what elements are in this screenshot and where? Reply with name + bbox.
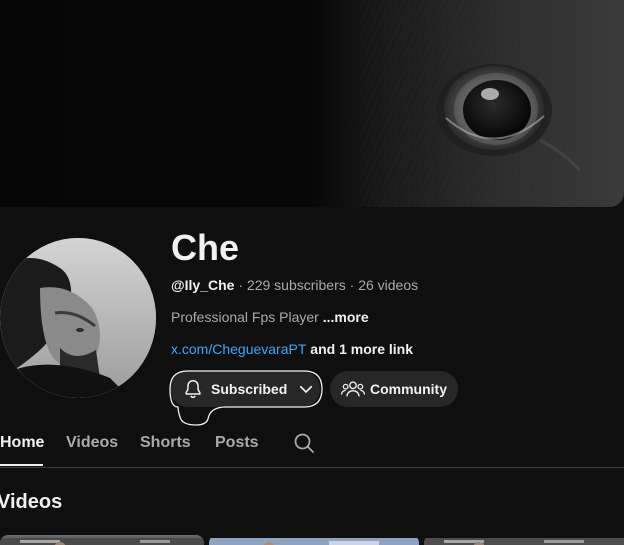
people-icon [340, 378, 366, 400]
meta-separator: · [234, 277, 247, 293]
subscribed-button[interactable]: Subscribed [170, 371, 320, 407]
channel-banner [0, 0, 624, 207]
active-tab-indicator [0, 464, 43, 466]
video-thumbnail[interactable] [0, 535, 204, 545]
channel-description[interactable]: Professional Fps Player ...more [171, 308, 369, 326]
video-count: 26 videos [358, 277, 419, 293]
description-more-button[interactable]: ...more [323, 309, 369, 325]
external-link[interactable]: x.com/CheguevaraPT [171, 341, 306, 357]
channel-name: Che [171, 227, 240, 268]
bell-icon [182, 378, 204, 400]
channel-page: Che @Ily_Che · 229 subscribers · 26 vide… [0, 0, 624, 545]
section-title: Videos [0, 491, 63, 513]
search-icon[interactable] [292, 431, 316, 455]
subscribed-label: Subscribed [211, 381, 288, 397]
meta-separator: · [345, 277, 359, 293]
tab-videos[interactable]: Videos [66, 433, 118, 453]
video-thumbnail[interactable] [209, 535, 419, 545]
tab-home[interactable]: Home [0, 433, 44, 453]
channel-tabs: Home Videos Shorts Posts [0, 420, 624, 468]
avatar-portrait [0, 238, 156, 398]
tab-posts[interactable]: Posts [215, 433, 259, 453]
community-label: Community [370, 381, 447, 397]
channel-links: x.com/CheguevaraPT and 1 more link [171, 340, 413, 358]
chevron-down-icon [297, 380, 315, 398]
channel-meta: @Ily_Che · 229 subscribers · 26 videos [171, 276, 418, 294]
subscriber-count: 229 subscribers [246, 277, 346, 293]
more-links-button[interactable]: and 1 more link [306, 341, 413, 357]
banner-image [0, 0, 624, 207]
community-button[interactable]: Community [330, 371, 458, 407]
tab-shorts[interactable]: Shorts [140, 433, 191, 453]
channel-avatar[interactable] [0, 238, 156, 398]
description-text: Professional Fps Player [171, 309, 323, 325]
channel-handle: @Ily_Che [171, 277, 235, 293]
video-thumbnail[interactable] [424, 535, 624, 545]
